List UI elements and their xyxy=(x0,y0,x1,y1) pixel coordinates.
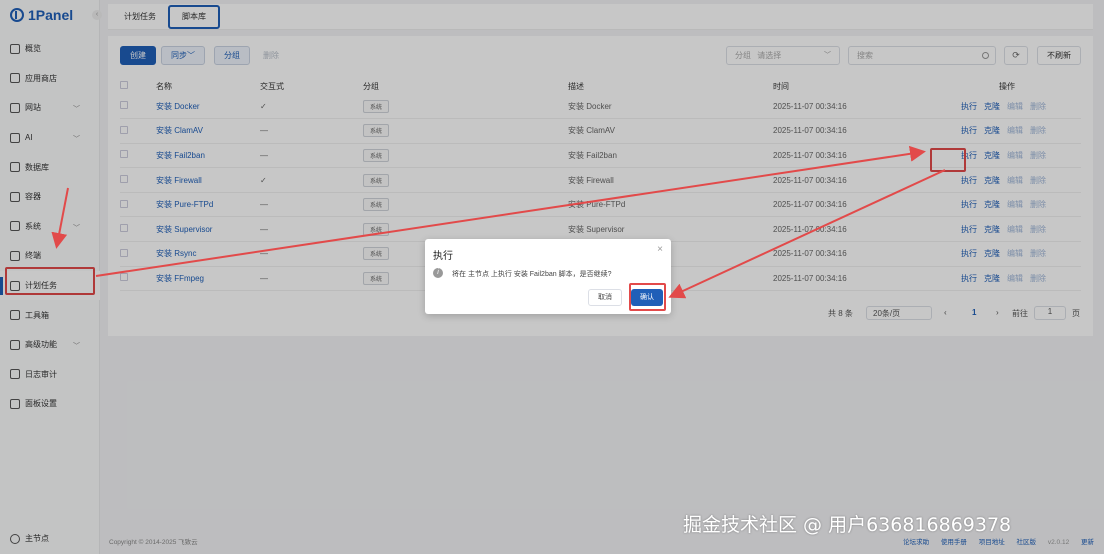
watermark: 掘金技术社区 @ 用户636816869378 xyxy=(683,514,1012,536)
annotation-highlight-confirm xyxy=(629,283,666,311)
info-icon: i xyxy=(433,268,443,278)
dialog-message: 将在 主节点 上执行 安装 Fail2ban 脚本，是否继续? xyxy=(452,271,612,278)
cancel-button[interactable]: 取消 xyxy=(588,289,622,306)
dialog-title: 执行 xyxy=(433,251,453,262)
close-icon[interactable]: × xyxy=(657,244,663,255)
